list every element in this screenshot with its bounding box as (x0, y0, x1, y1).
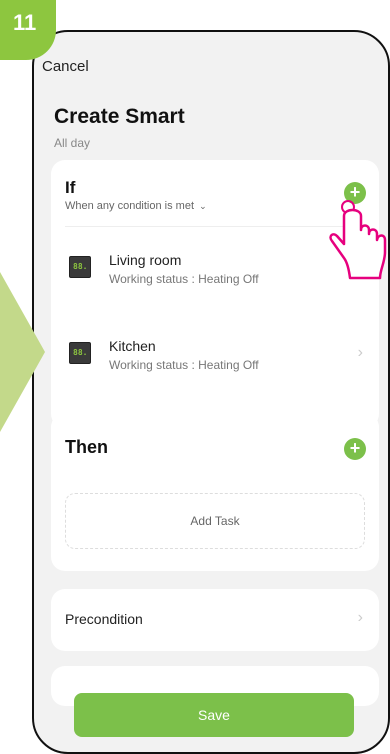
device-name: Living room (109, 252, 182, 268)
then-title: Then (65, 437, 108, 457)
step-number: 11 (13, 10, 37, 35)
precondition-row[interactable]: Precondition › (51, 589, 379, 651)
add-task-label: Add Task (190, 514, 240, 528)
cancel-button[interactable]: Cancel (42, 58, 89, 75)
device-name: Kitchen (109, 338, 156, 354)
thermostat-icon: 88. (69, 342, 91, 364)
condition-mode-select[interactable]: When any condition is met ⌄ (65, 200, 207, 212)
add-action-button[interactable]: + (344, 438, 366, 460)
tap-hand-icon (329, 200, 387, 280)
if-title: If (65, 178, 76, 197)
then-card: Then + Add Task (51, 413, 379, 571)
thermostat-display: 88. (73, 348, 88, 357)
schedule-subtitle[interactable]: All day (54, 136, 90, 150)
page-title: Create Smart (54, 105, 185, 128)
thermostat-display: 88. (73, 262, 88, 271)
save-button[interactable]: Save (74, 693, 354, 737)
thermostat-icon: 88. (69, 256, 91, 278)
condition-mode-label: When any condition is met (65, 200, 195, 212)
chevron-right-icon: › (357, 609, 363, 626)
chevron-right-icon: › (357, 344, 363, 361)
chevron-down-icon: ⌄ (199, 201, 207, 211)
condition-row-kitchen[interactable]: 88. Kitchen Working status : Heating Off… (51, 328, 379, 388)
device-status: Working status : Heating Off (109, 358, 259, 372)
device-status: Working status : Heating Off (109, 272, 259, 286)
phone-screen: Cancel Create Smart All day If When any … (32, 30, 390, 754)
divider (65, 226, 365, 227)
pointer-arrow-icon (0, 272, 45, 432)
precondition-label: Precondition (65, 611, 143, 627)
add-task-button[interactable]: Add Task (65, 493, 365, 549)
